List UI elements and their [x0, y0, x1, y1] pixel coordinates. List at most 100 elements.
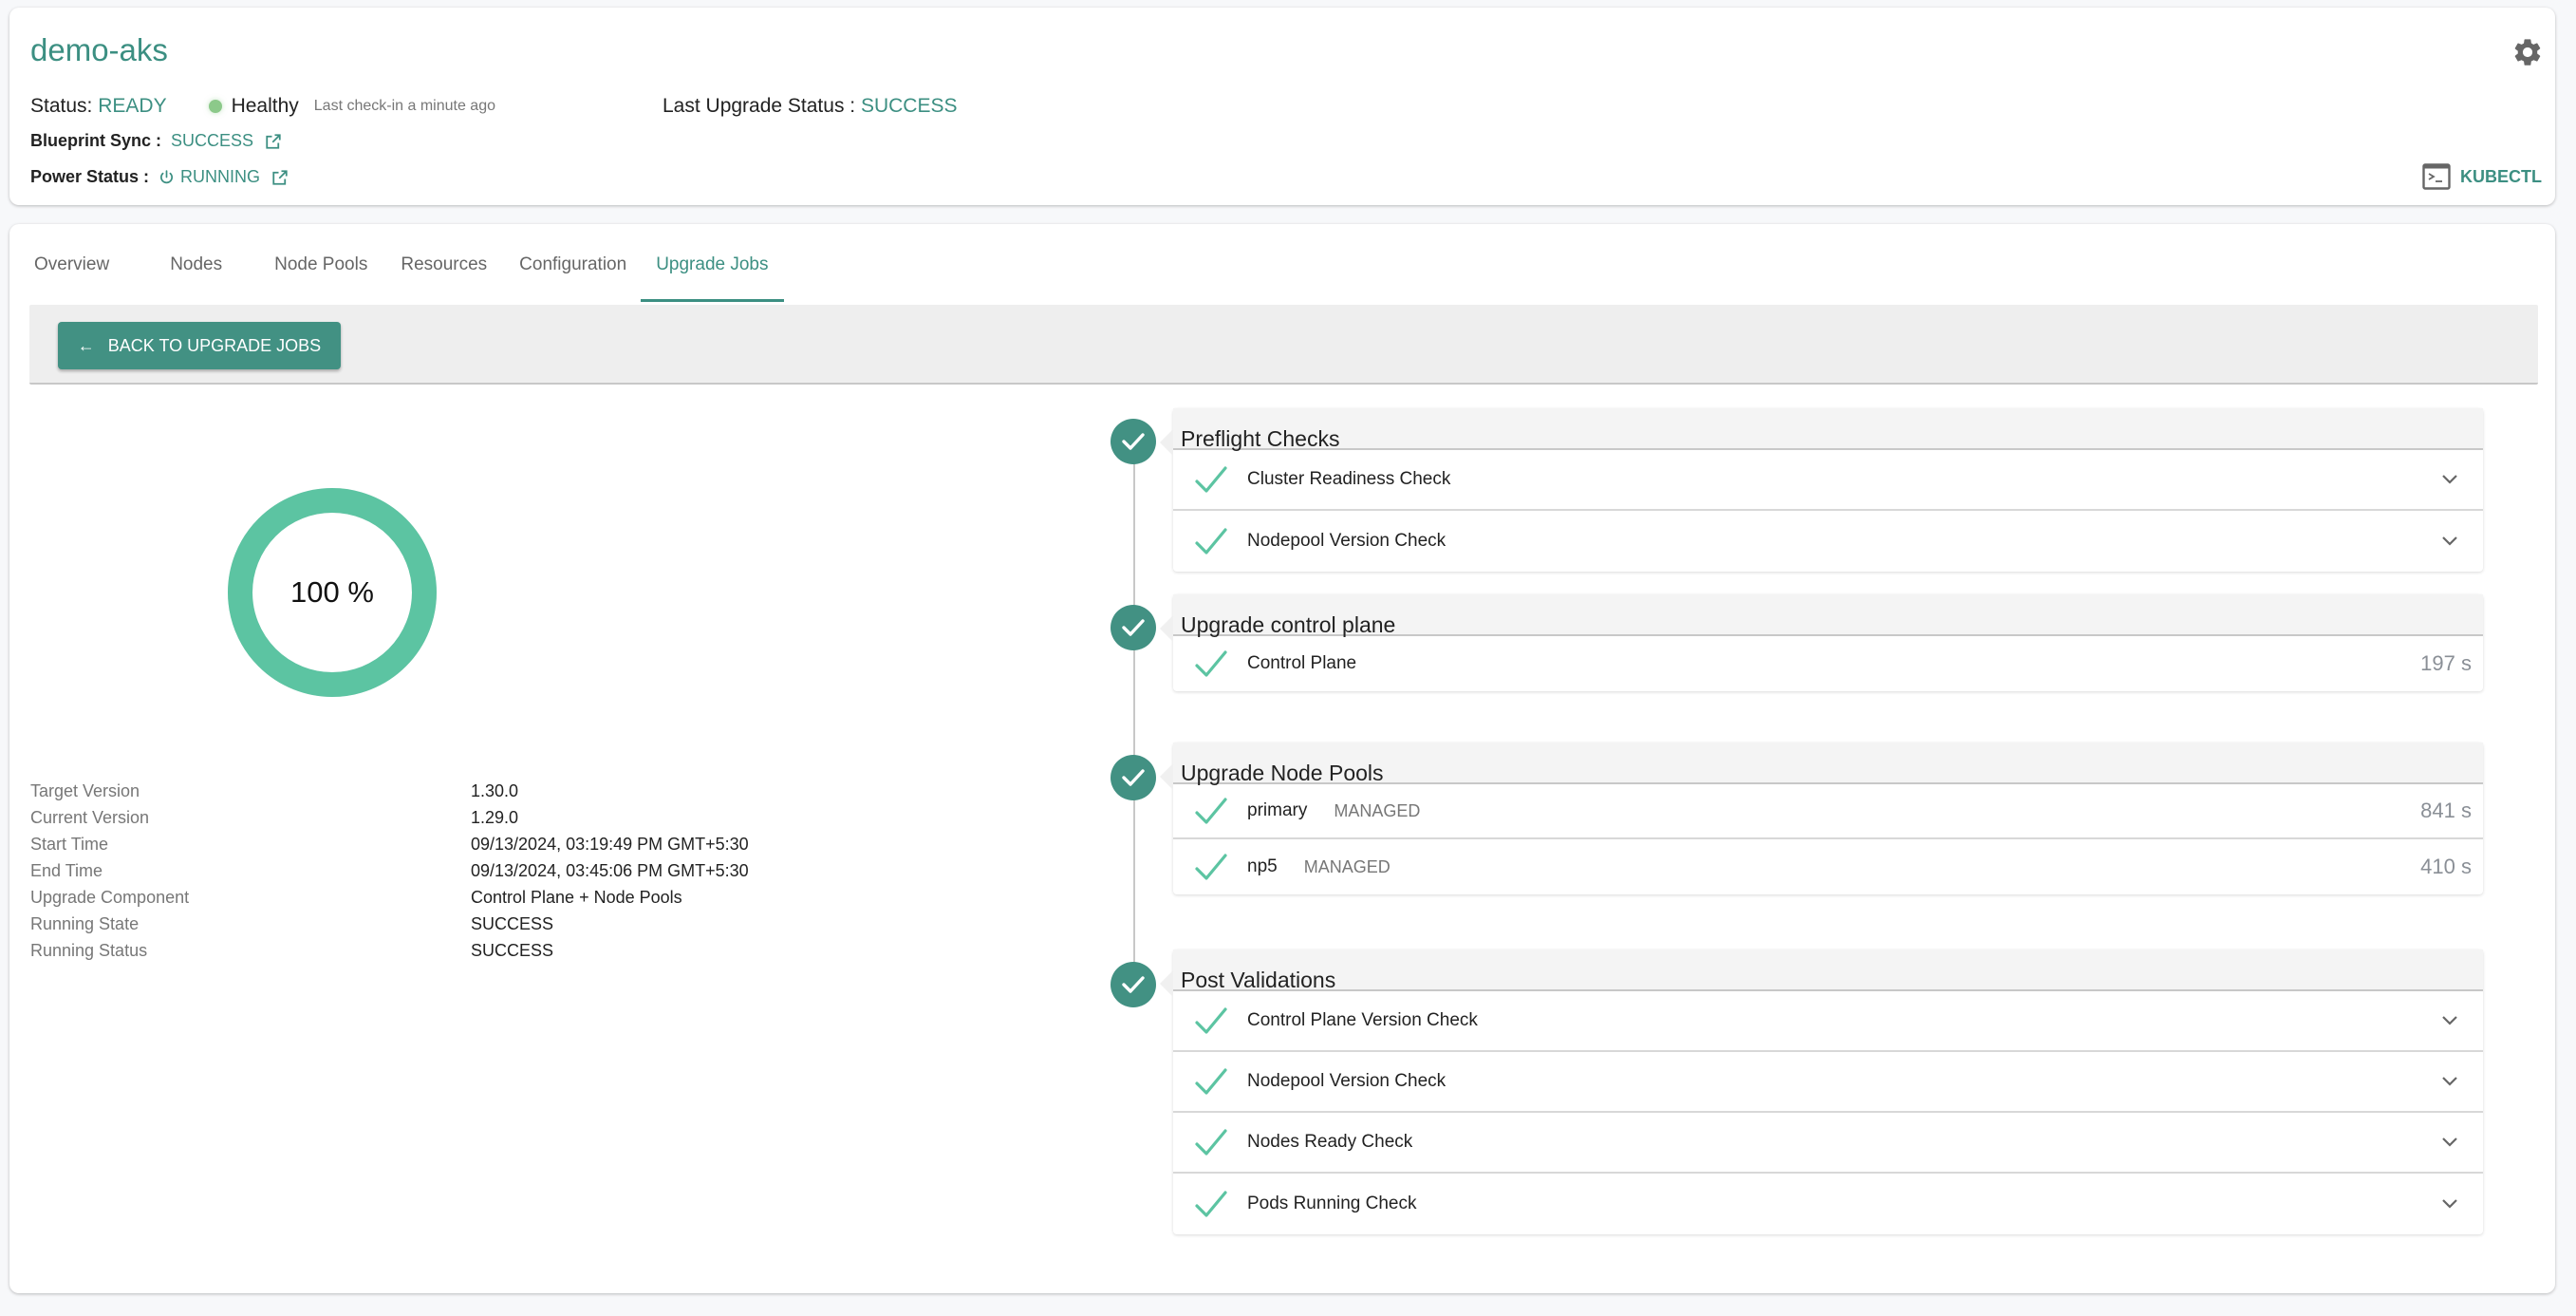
expandable-check-item[interactable]: Nodepool Version Check: [1173, 511, 2483, 572]
chevron-down-icon[interactable]: [2441, 1198, 2458, 1210]
tab-upgrade-jobs[interactable]: Upgrade Jobs: [641, 243, 784, 302]
tab-node-pools[interactable]: Node Pools: [274, 243, 367, 302]
detail-label: Start Time: [30, 834, 109, 854]
item-duration: 841 s: [2420, 799, 2472, 822]
detail-label: Running State: [30, 913, 140, 933]
expandable-check-item[interactable]: Cluster Readiness Check: [1173, 450, 2483, 511]
detail-value: Control Plane + Node Pools: [471, 887, 682, 907]
detail-value: 1.30.0: [471, 780, 519, 800]
upgrade-job-toolbar: ← BACK TO UPGRADE JOBS: [29, 305, 2538, 385]
blueprint-label: Blueprint Sync :: [30, 131, 162, 150]
health-dot-icon: [208, 100, 222, 113]
detail-row: End Time 09/13/2024, 03:45:06 PM GMT+5:30: [30, 857, 749, 884]
step-title: Post Validations: [1181, 968, 1336, 992]
back-to-upgrade-jobs-button[interactable]: ← BACK TO UPGRADE JOBS: [58, 322, 341, 369]
terminal-icon: [2422, 163, 2451, 190]
power-value[interactable]: RUNNING: [180, 167, 260, 187]
step-complete-icon: [1111, 962, 1156, 1007]
blueprint-sync-row: Blueprint Sync : SUCCESS: [30, 131, 282, 151]
kubectl-button[interactable]: KUBECTL: [2422, 163, 2542, 190]
check-icon: [1195, 1191, 1227, 1217]
item-label: Nodepool Version Check: [1247, 1071, 1447, 1091]
detail-row: Start Time 09/13/2024, 03:19:49 PM GMT+5:…: [30, 831, 749, 857]
tab-label: Resources: [401, 254, 488, 274]
check-icon: [1195, 1068, 1227, 1095]
kubectl-label: KUBECTL: [2460, 166, 2542, 186]
blueprint-value[interactable]: SUCCESS: [171, 131, 253, 151]
cluster-header-card: demo-aks Status: READY Healthy Last chec…: [9, 8, 2555, 205]
upgrade-step-card: Upgrade Node Pools primary MANAGED 841 s np5…: [1160, 743, 2483, 894]
arrow-left-icon: ←: [77, 335, 95, 355]
tab-configuration[interactable]: Configuration: [519, 243, 626, 302]
detail-row: Upgrade Component Control Plane + Node Po…: [30, 884, 749, 911]
chevron-down-icon[interactable]: [2441, 536, 2458, 547]
chevron-down-icon[interactable]: [2441, 1015, 2458, 1026]
step-complete-icon: [1111, 605, 1156, 650]
tab-label: Nodes: [170, 254, 223, 274]
item-label: Nodes Ready Check: [1247, 1132, 1413, 1152]
health-label: Healthy: [231, 95, 299, 117]
check-icon: [1195, 1129, 1227, 1156]
detail-value: 1.29.0: [471, 807, 519, 827]
tab-label: Configuration: [519, 254, 627, 274]
tab-label: Node Pools: [274, 254, 368, 274]
upgrade-step-card: Upgrade control plane Control Plane 197 s: [1160, 594, 2483, 691]
last-checkin: Last check-in a minute ago: [313, 98, 495, 114]
check-icon: [1122, 619, 1145, 636]
tab-bar: Overview Nodes Node Pools Resources Conf…: [9, 243, 784, 302]
check-icon: [1195, 650, 1227, 677]
detail-row: Running Status SUCCESS: [30, 937, 749, 964]
detail-label: Current Version: [30, 807, 150, 827]
back-button-label: BACK TO UPGRADE JOBS: [107, 335, 322, 355]
item-duration: 197 s: [2420, 651, 2472, 675]
step-complete-icon: [1111, 419, 1156, 464]
expandable-check-item[interactable]: Nodepool Version Check: [1173, 1052, 2483, 1113]
chevron-down-icon[interactable]: [2441, 474, 2458, 485]
expandable-check-item[interactable]: Nodes Ready Check: [1173, 1113, 2483, 1174]
gear-icon[interactable]: [2511, 36, 2544, 68]
check-icon: [1195, 528, 1227, 555]
step-title: Upgrade Node Pools: [1181, 761, 1384, 785]
chevron-down-icon[interactable]: [2441, 1137, 2458, 1148]
check-icon: [1122, 433, 1145, 450]
tab-overview[interactable]: Overview: [34, 243, 109, 302]
expandable-check-item[interactable]: Control Plane Version Check: [1173, 991, 2483, 1052]
last-upgrade-status: Last Upgrade Status : SUCCESS: [663, 95, 958, 118]
check-icon: [1195, 1007, 1227, 1034]
external-link-icon[interactable]: [271, 169, 289, 186]
timeline-connector: [1133, 442, 1135, 985]
detail-value: SUCCESS: [471, 940, 554, 960]
power-icon: [160, 170, 174, 184]
check-icon: [1195, 466, 1227, 493]
detail-value: 09/13/2024, 03:19:49 PM GMT+5:30: [471, 834, 749, 854]
item-label: primary: [1247, 800, 1308, 820]
status-value: READY: [98, 95, 167, 117]
tab-label: Overview: [34, 254, 110, 274]
upgrade-details: Target Version 1.30.0 Current Version 1.29.…: [30, 778, 749, 964]
detail-row: Target Version 1.30.0: [30, 778, 749, 804]
item-label: np5: [1247, 856, 1278, 876]
chevron-down-icon[interactable]: [2441, 1076, 2458, 1087]
progress-label: 100 %: [290, 575, 374, 609]
detail-value: 09/13/2024, 03:45:06 PM GMT+5:30: [471, 860, 749, 880]
step-item: np5 MANAGED 410 s: [1173, 839, 2483, 894]
tab-nodes[interactable]: Nodes: [170, 243, 222, 302]
item-label: Cluster Readiness Check: [1247, 469, 1451, 489]
expandable-check-item[interactable]: Pods Running Check: [1173, 1174, 2483, 1234]
detail-label: Target Version: [30, 780, 140, 800]
step-item: Control Plane 197 s: [1173, 636, 2483, 691]
upgrade-step-card: Preflight Checks Cluster Readiness Check N…: [1160, 408, 2483, 572]
detail-label: End Time: [30, 860, 103, 880]
progress-donut: 100 %: [218, 479, 446, 706]
step-title: Preflight Checks: [1181, 426, 1340, 451]
external-link-icon[interactable]: [265, 133, 282, 150]
step-header: Upgrade control plane: [1173, 594, 2483, 637]
check-icon: [1195, 854, 1227, 880]
tab-resources[interactable]: Resources: [401, 243, 487, 302]
tab-label: Upgrade Jobs: [656, 254, 769, 274]
last-upgrade-value: SUCCESS: [860, 95, 958, 117]
item-label: Nodepool Version Check: [1247, 531, 1447, 551]
step-header: Preflight Checks: [1173, 408, 2483, 451]
detail-row: Running State SUCCESS: [30, 911, 749, 937]
detail-value: SUCCESS: [471, 913, 554, 933]
